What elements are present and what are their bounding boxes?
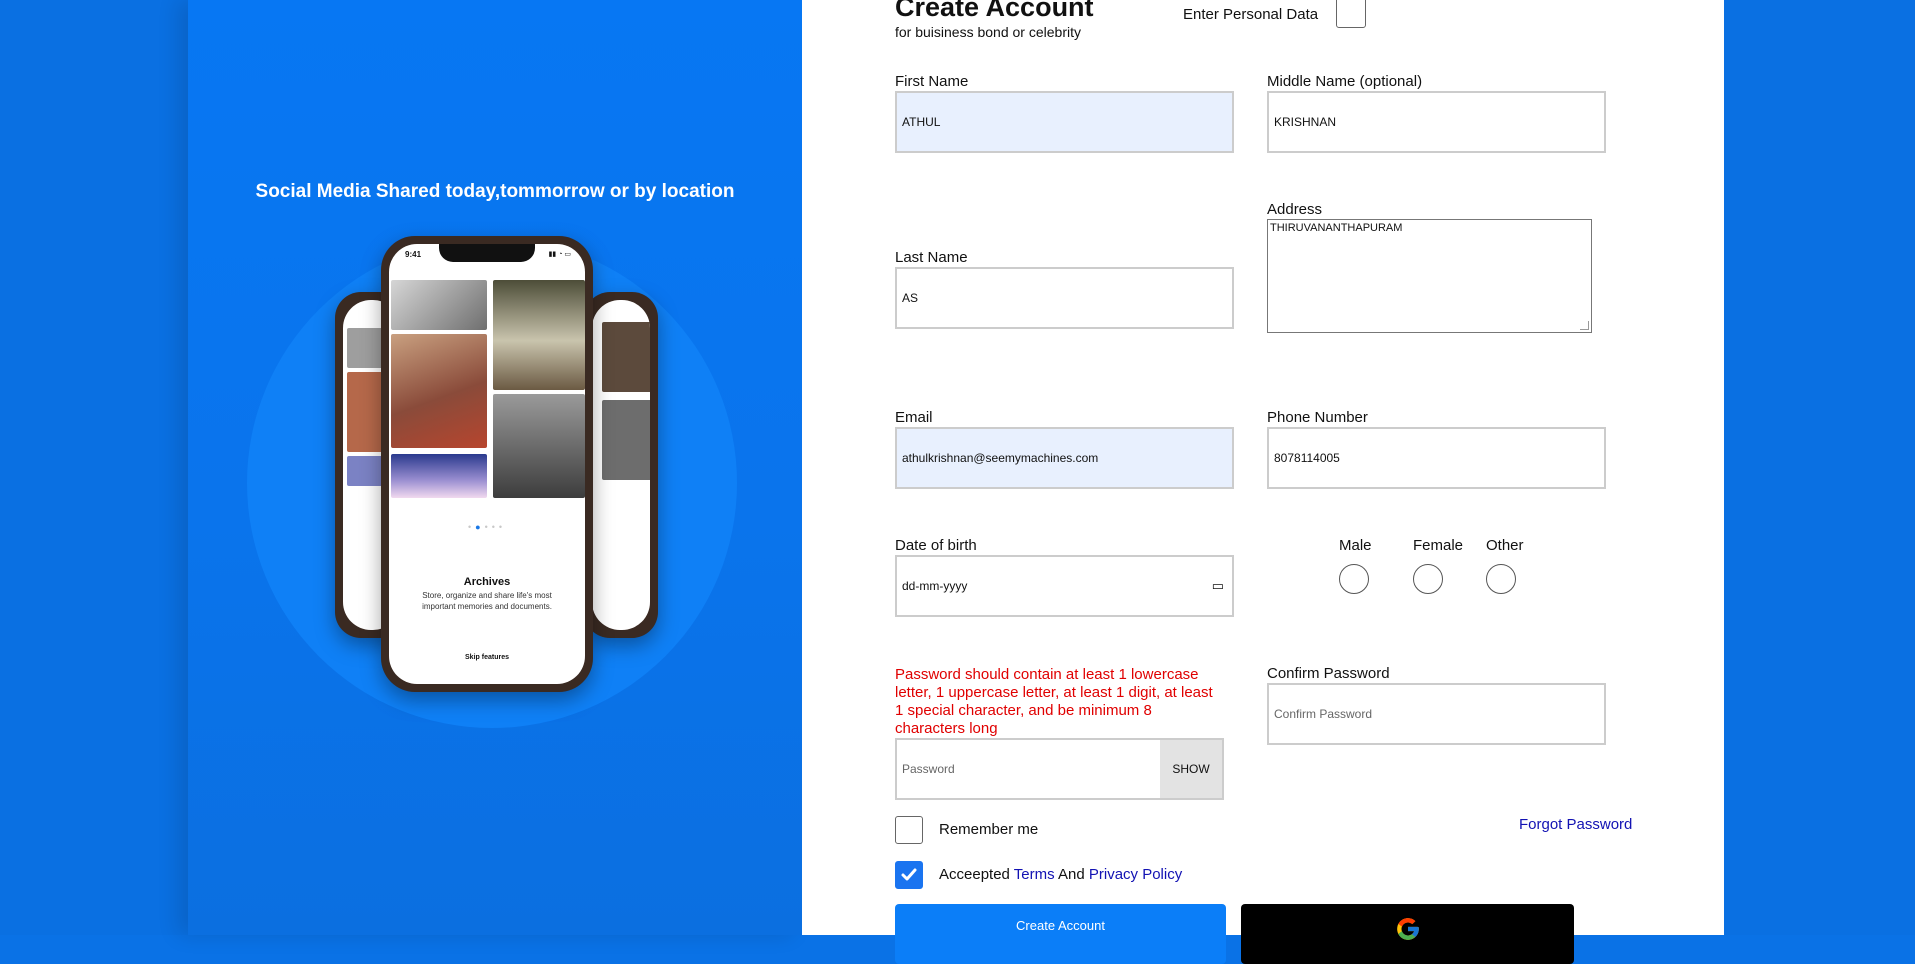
create-account-label: Create Account — [1016, 918, 1105, 933]
signal-wifi-battery-icon: ▮▮ ◔ ▭ — [548, 251, 571, 258]
personal-data-checkbox[interactable] — [1336, 0, 1366, 28]
privacy-policy-link[interactable]: Privacy Policy — [1089, 866, 1182, 883]
address-value: THIRUVANANTHAPURAM — [1270, 222, 1403, 234]
promo-panel: Social Media Shared today,tommorrow or b… — [188, 0, 802, 935]
checkmark-icon — [901, 868, 917, 881]
middle-name-input[interactable]: KRISHNAN — [1267, 91, 1606, 153]
confirm-password-label: Confirm Password — [1267, 665, 1390, 682]
remember-me-label: Remember me — [939, 821, 1039, 838]
show-password-button[interactable]: SHOW — [1160, 740, 1222, 798]
photo-forest — [493, 394, 585, 498]
phone-card-description: Store, organize and share life's most im… — [422, 591, 552, 611]
dob-label: Date of birth — [895, 537, 977, 554]
dob-placeholder: dd-mm-yyyy — [902, 579, 968, 593]
background-left — [0, 0, 188, 935]
password-hint: Password should contain at least 1 lower… — [895, 666, 1213, 737]
form-title: Create Account — [895, 0, 1094, 22]
phone-skip-features: Skip features — [465, 654, 509, 661]
gender-female-radio[interactable] — [1413, 564, 1443, 594]
address-textarea[interactable]: THIRUVANANTHAPURAM — [1267, 219, 1592, 333]
phone-notch — [439, 244, 535, 262]
signup-form-panel: Create Account for buisiness bond or cel… — [802, 0, 1724, 964]
phone-mockup-back-right — [584, 292, 658, 638]
middle-name-value: KRISHNAN — [1274, 115, 1337, 129]
email-value: athulkrishnan@seemymachines.com — [902, 451, 1099, 465]
email-label: Email — [895, 409, 933, 426]
terms-prefix: Acceepted — [939, 866, 1010, 883]
password-placeholder: Password — [902, 762, 955, 776]
forgot-password-link[interactable]: Forgot Password — [1519, 816, 1632, 833]
phone-card-title: Archives — [463, 576, 511, 588]
password-input[interactable]: Password SHOW — [895, 738, 1224, 800]
gender-other-radio[interactable] — [1486, 564, 1516, 594]
terms-checkbox[interactable] — [895, 861, 923, 889]
terms-and: And — [1057, 866, 1085, 883]
form-subtitle: for buisiness bond or celebrity — [895, 24, 1081, 40]
confirm-password-input[interactable]: Confirm Password — [1267, 683, 1606, 745]
personal-data-label: Enter Personal Data — [1183, 6, 1319, 23]
gender-other-label: Other — [1486, 537, 1524, 554]
phone-input[interactable]: 8078114005 — [1267, 427, 1606, 489]
first-name-input[interactable]: ATHUL — [895, 91, 1234, 153]
google-icon — [1396, 918, 1419, 940]
first-name-label: First Name — [895, 73, 969, 90]
phone-status-time: 9:41 — [405, 250, 422, 259]
resize-grip-icon[interactable] — [1580, 321, 1589, 330]
phone-mockup-main: 9:41 ▮▮ ◔ ▭ •●••• Archives Store, organi… — [381, 236, 593, 692]
middle-name-label: Middle Name (optional) — [1267, 73, 1423, 90]
background-right — [1724, 0, 1915, 935]
create-account-button[interactable]: Create Account — [895, 904, 1226, 964]
photo-sky — [391, 454, 487, 498]
gender-female-label: Female — [1413, 537, 1464, 554]
terms-label: Acceepted Terms And Privacy Policy — [939, 866, 1182, 883]
carousel-dots: •●••• — [467, 522, 507, 532]
email-input[interactable]: athulkrishnan@seemymachines.com — [895, 427, 1234, 489]
terms-link[interactable]: Terms — [1014, 866, 1055, 883]
phone-screen: 9:41 ▮▮ ◔ ▭ •●••• Archives Store, organi… — [389, 244, 585, 684]
remember-me-checkbox[interactable] — [895, 816, 923, 844]
google-signin-button[interactable] — [1241, 904, 1574, 964]
phone-label: Phone Number — [1267, 409, 1368, 426]
phone-value: 8078114005 — [1274, 451, 1340, 465]
photo-landscape — [493, 280, 585, 390]
last-name-value: AS — [902, 291, 919, 305]
photo-woman — [391, 334, 487, 448]
dob-input[interactable]: dd-mm-yyyy ▭ — [895, 555, 1234, 617]
gender-male-radio[interactable] — [1339, 564, 1369, 594]
gender-male-label: Male — [1339, 537, 1372, 554]
first-name-value: ATHUL — [902, 115, 941, 129]
promo-tagline: Social Media Shared today,tommorrow or b… — [255, 181, 735, 202]
photo-soldier — [391, 280, 487, 330]
last-name-label: Last Name — [895, 249, 968, 266]
address-label: Address — [1267, 201, 1323, 218]
calendar-icon[interactable]: ▭ — [1212, 578, 1224, 594]
last-name-input[interactable]: AS — [895, 267, 1234, 329]
confirm-password-placeholder: Confirm Password — [1274, 707, 1373, 721]
